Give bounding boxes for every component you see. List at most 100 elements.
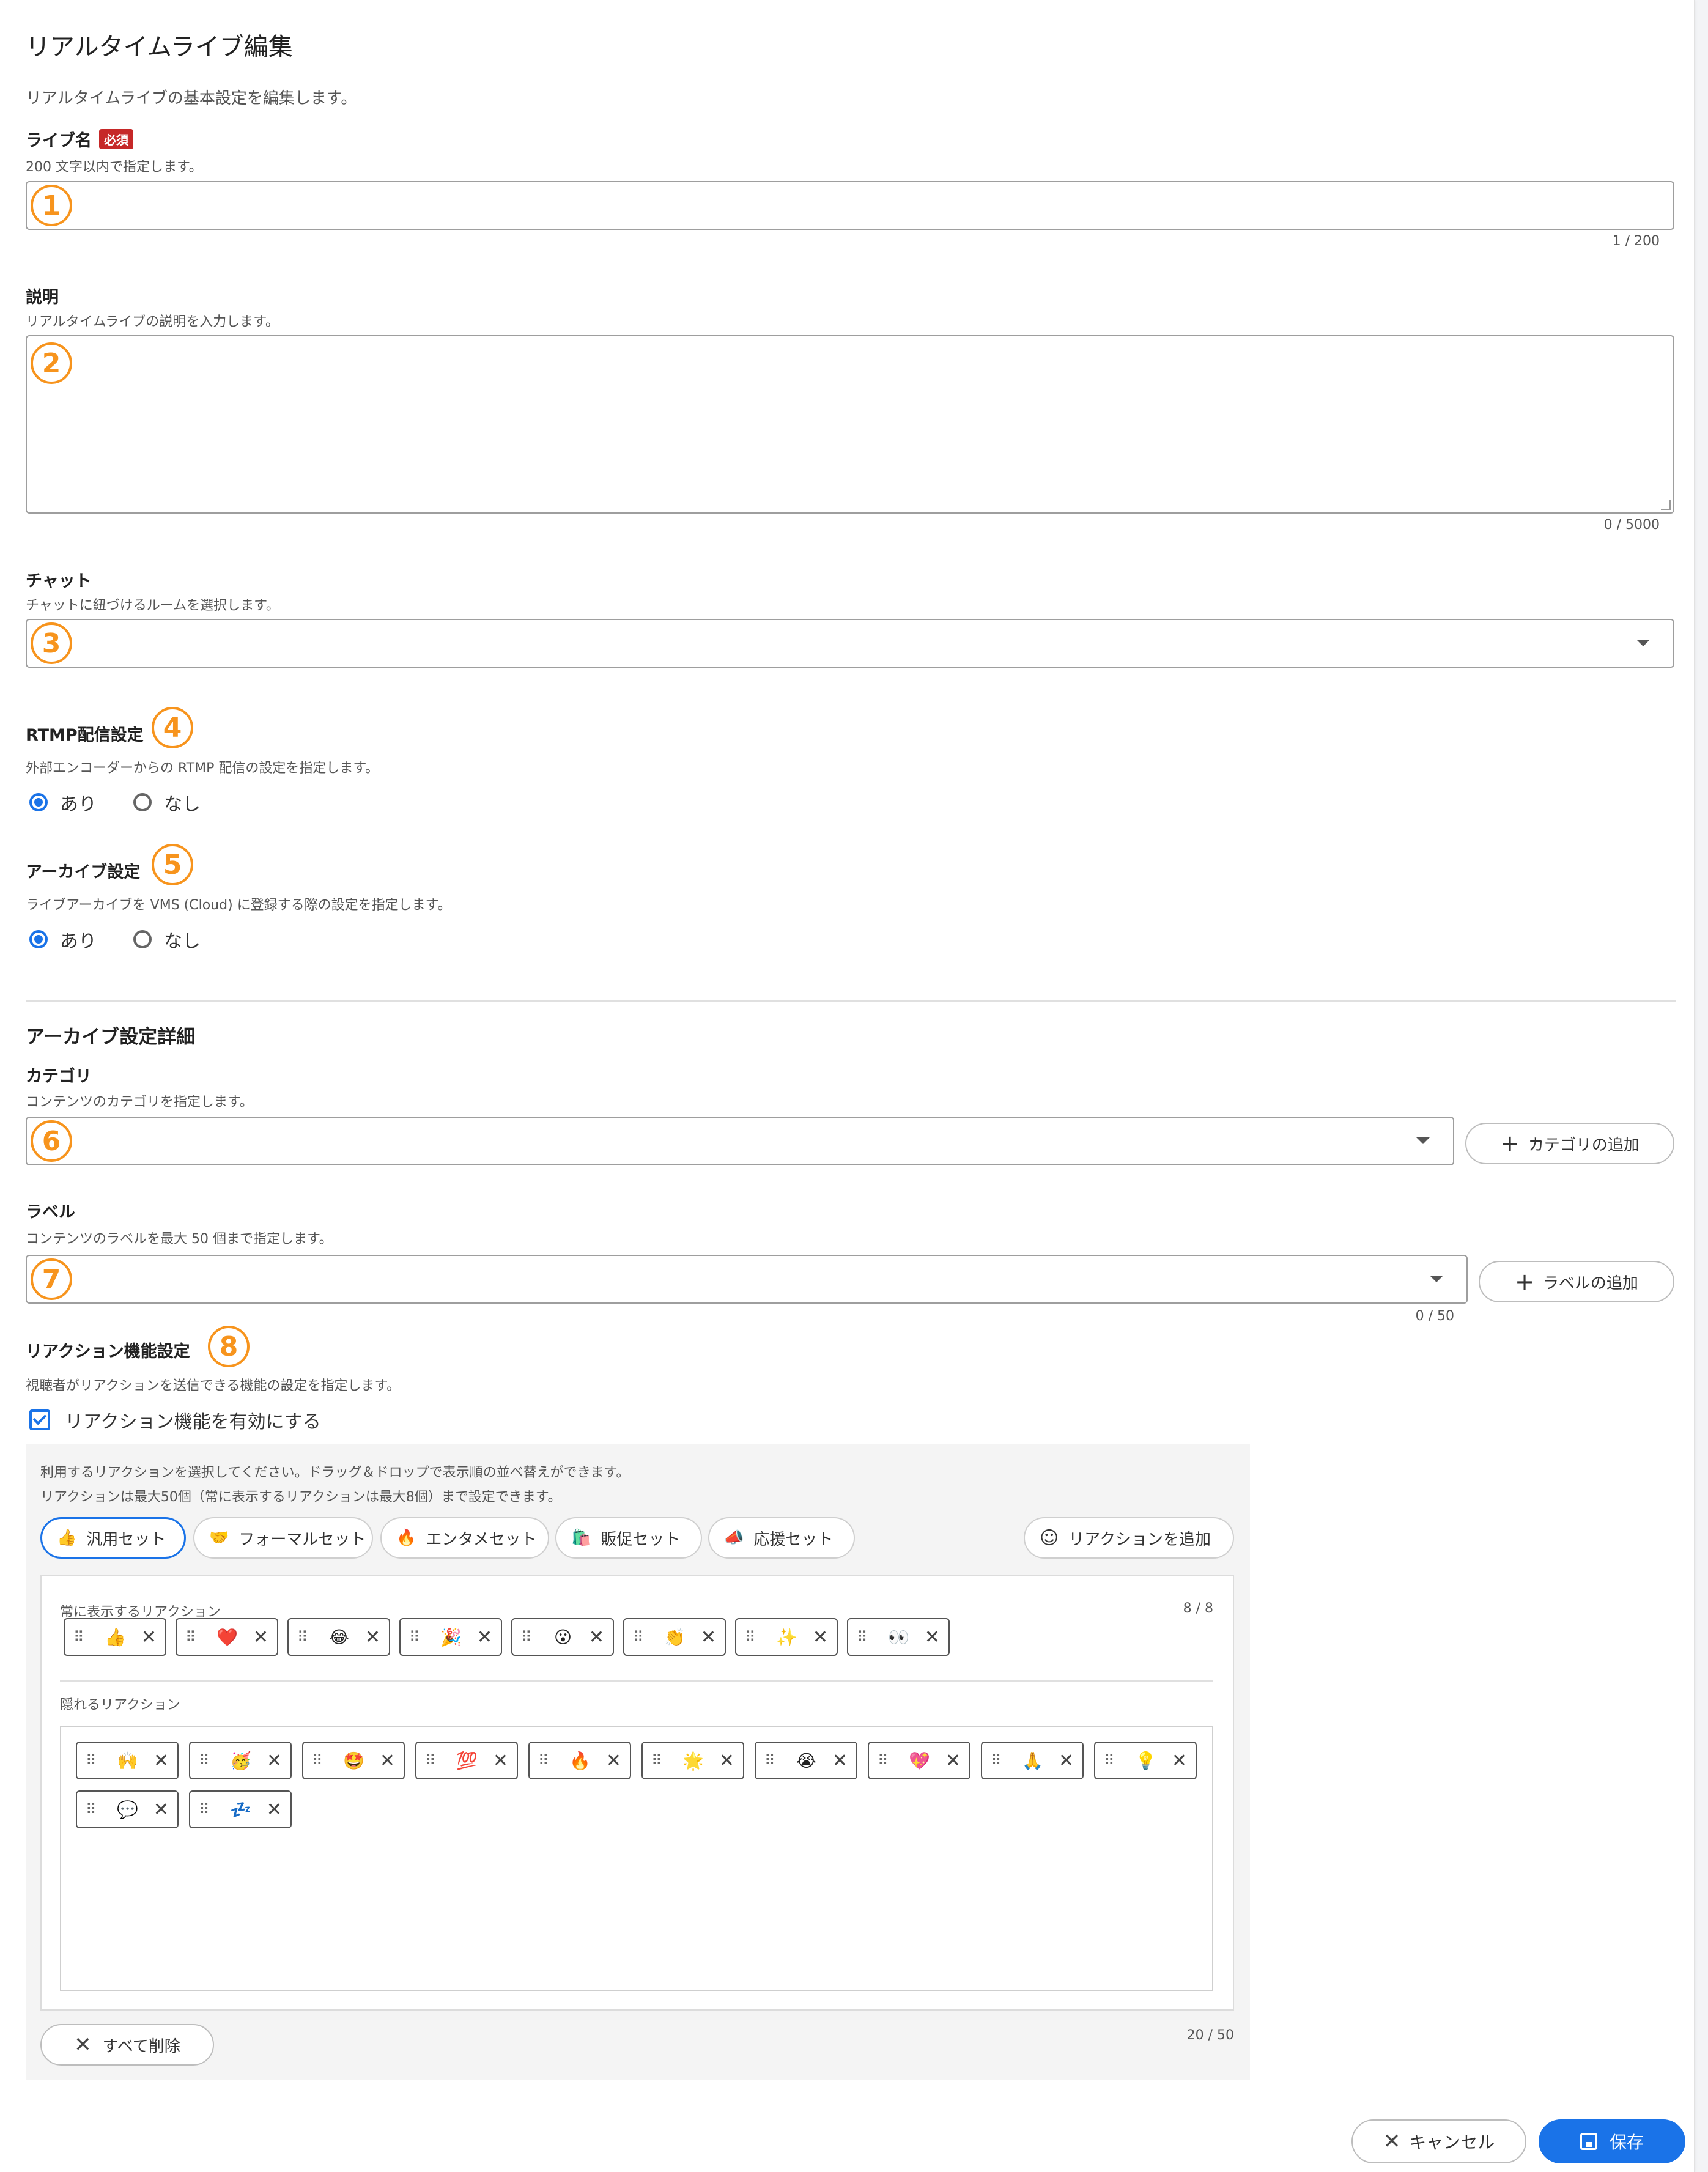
category-select[interactable] (26, 1117, 1454, 1165)
remove-reaction-icon[interactable]: ✕ (1059, 1750, 1074, 1771)
always-reaction-chip[interactable]: ⠿ 👏 ✕ (623, 1618, 726, 1656)
save-label: 保存 (1609, 2132, 1644, 2152)
reaction-enable-row[interactable]: リアクション機能を有効にする (29, 1406, 321, 1433)
remove-reaction-icon[interactable]: ✕ (589, 1627, 604, 1648)
always-reaction-chip[interactable]: ⠿ 😮 ✕ (511, 1618, 614, 1656)
hidden-reaction-chip[interactable]: ⠿ 😭 ✕ (755, 1742, 857, 1779)
callout-2: 2 (31, 342, 72, 384)
reaction-emoji: 🤩 (342, 1750, 364, 1771)
drag-handle-icon[interactable]: ⠿ (521, 1628, 537, 1646)
drag-handle-icon[interactable]: ⠿ (199, 1801, 215, 1818)
drag-handle-icon[interactable]: ⠿ (991, 1752, 1007, 1769)
remove-reaction-icon[interactable]: ✕ (267, 1799, 282, 1820)
reaction-enable-checkbox[interactable] (29, 1409, 50, 1430)
hidden-reaction-chip[interactable]: ⠿ 💡 ✕ (1094, 1742, 1197, 1779)
remove-reaction-icon[interactable]: ✕ (1172, 1750, 1187, 1771)
drag-handle-icon[interactable]: ⠿ (185, 1628, 201, 1646)
hidden-reaction-chip[interactable]: ⠿ 💤 ✕ (189, 1790, 292, 1828)
live-name-input[interactable] (26, 181, 1674, 230)
drag-handle-icon[interactable]: ⠿ (538, 1752, 554, 1769)
remove-reaction-icon[interactable]: ✕ (153, 1799, 169, 1820)
hidden-reaction-chip[interactable]: ⠿ 💖 ✕ (868, 1742, 970, 1779)
clear-all-button[interactable]: ✕ すべて削除 (40, 2024, 214, 2066)
drag-handle-icon[interactable]: ⠿ (745, 1628, 761, 1646)
hidden-reaction-chip[interactable]: ⠿ 🙏 ✕ (981, 1742, 1084, 1779)
set-button-entertainment[interactable]: 🔥 エンタメセット (380, 1517, 549, 1559)
reaction-emoji: 🌟 (682, 1750, 704, 1771)
always-reaction-chip[interactable]: ⠿ 😂 ✕ (287, 1618, 390, 1656)
set-button-formal[interactable]: 🤝 フォーマルセット (193, 1517, 373, 1559)
remove-reaction-icon[interactable]: ✕ (267, 1750, 282, 1771)
set-button-promotion[interactable]: 🛍️ 販促セット (555, 1517, 702, 1559)
hidden-reaction-chip[interactable]: ⠿ 💯 ✕ (415, 1742, 518, 1779)
add-label-button[interactable]: + ラベルの追加 (1479, 1261, 1674, 1302)
always-reaction-chip[interactable]: ⠿ ❤️ ✕ (176, 1618, 278, 1656)
save-button[interactable]: 保存 (1539, 2119, 1685, 2163)
archive-detail-title: アーカイブ設定詳細 (26, 1026, 196, 1048)
archive-radio-no[interactable] (133, 930, 152, 948)
drag-handle-icon[interactable]: ⠿ (651, 1752, 667, 1769)
drag-handle-icon[interactable]: ⠿ (633, 1628, 649, 1646)
drag-handle-icon[interactable]: ⠿ (409, 1628, 425, 1646)
shopping-bags-icon: 🛍️ (571, 1529, 591, 1547)
remove-reaction-icon[interactable]: ✕ (719, 1750, 734, 1771)
set-button-general[interactable]: 👍 汎用セット (40, 1517, 186, 1559)
hidden-reaction-chip[interactable]: ⠿ 🔥 ✕ (528, 1742, 631, 1779)
labels-select[interactable] (26, 1255, 1468, 1304)
hidden-reaction-chip[interactable]: ⠿ 🙌 ✕ (76, 1742, 179, 1779)
set-label: エンタメセット (426, 1530, 537, 1549)
always-reaction-chip[interactable]: ⠿ 👀 ✕ (847, 1618, 950, 1656)
remove-reaction-icon[interactable]: ✕ (153, 1750, 169, 1771)
resize-handle-icon[interactable] (1661, 500, 1671, 510)
drag-handle-icon[interactable]: ⠿ (878, 1752, 893, 1769)
drag-handle-icon[interactable]: ⠿ (1104, 1752, 1120, 1769)
always-reaction-chip[interactable]: ⠿ 👍 ✕ (64, 1618, 166, 1656)
reaction-emoji: 🙏 (1021, 1750, 1043, 1771)
rtmp-radio-no[interactable] (133, 793, 152, 811)
cancel-button[interactable]: ✕ キャンセル (1351, 2119, 1526, 2163)
chevron-down-icon (1636, 640, 1650, 646)
remove-reaction-icon[interactable]: ✕ (832, 1750, 848, 1771)
reaction-divider (60, 1680, 1213, 1682)
description-counter: 0 / 5000 (1603, 517, 1660, 533)
clear-all-label: すべて削除 (102, 2037, 180, 2056)
drag-handle-icon[interactable]: ⠿ (86, 1752, 102, 1769)
drag-handle-icon[interactable]: ⠿ (86, 1801, 102, 1818)
remove-reaction-icon[interactable]: ✕ (606, 1750, 621, 1771)
add-label-label: ラベルの追加 (1542, 1274, 1638, 1293)
drag-handle-icon[interactable]: ⠿ (425, 1752, 441, 1769)
remove-reaction-icon[interactable]: ✕ (253, 1627, 268, 1648)
always-reaction-chip[interactable]: ⠿ ✨ ✕ (735, 1618, 838, 1656)
remove-reaction-icon[interactable]: ✕ (365, 1627, 380, 1648)
rtmp-radio-yes[interactable] (29, 793, 48, 811)
reaction-emoji: 🔥 (569, 1750, 591, 1771)
add-category-button[interactable]: + カテゴリの追加 (1465, 1123, 1674, 1164)
remove-reaction-icon[interactable]: ✕ (477, 1627, 492, 1648)
remove-reaction-icon[interactable]: ✕ (813, 1627, 828, 1648)
drag-handle-icon[interactable]: ⠿ (764, 1752, 780, 1769)
hidden-reaction-chip[interactable]: ⠿ 🤩 ✕ (302, 1742, 405, 1779)
hidden-reaction-chip[interactable]: ⠿ 🥳 ✕ (189, 1742, 292, 1779)
drag-handle-icon[interactable]: ⠿ (199, 1752, 215, 1769)
remove-reaction-icon[interactable]: ✕ (493, 1750, 508, 1771)
drag-handle-icon[interactable]: ⠿ (857, 1628, 873, 1646)
add-reaction-button[interactable]: ☺ リアクションを追加 (1024, 1517, 1234, 1559)
hidden-reaction-chip[interactable]: ⠿ 💬 ✕ (76, 1790, 179, 1828)
remove-reaction-icon[interactable]: ✕ (701, 1627, 716, 1648)
description-textarea[interactable] (26, 335, 1674, 514)
remove-reaction-icon[interactable]: ✕ (380, 1750, 395, 1771)
remove-reaction-icon[interactable]: ✕ (945, 1750, 961, 1771)
chat-room-select[interactable] (26, 619, 1674, 668)
archive-radio-yes[interactable] (29, 930, 48, 948)
thumbs-up-icon: 👍 (57, 1529, 77, 1547)
drag-handle-icon[interactable]: ⠿ (312, 1752, 328, 1769)
remove-reaction-icon[interactable]: ✕ (925, 1627, 940, 1648)
drag-handle-icon[interactable]: ⠿ (297, 1628, 313, 1646)
always-reaction-chip[interactable]: ⠿ 🎉 ✕ (399, 1618, 502, 1656)
handshake-icon: 🤝 (209, 1529, 229, 1547)
hidden-reaction-chip[interactable]: ⠿ 🌟 ✕ (641, 1742, 744, 1779)
remove-reaction-icon[interactable]: ✕ (141, 1627, 157, 1648)
set-button-cheer[interactable]: 📣 応援セット (708, 1517, 855, 1559)
live-name-label: ライブ名 必須 (26, 127, 133, 151)
drag-handle-icon[interactable]: ⠿ (73, 1628, 89, 1646)
